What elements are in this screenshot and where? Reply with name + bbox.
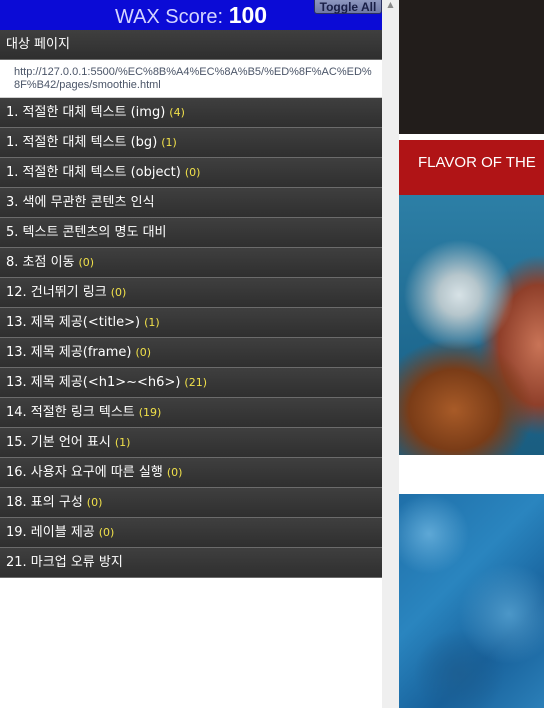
smoothie-jar-photo (399, 195, 544, 455)
wax-item-label: 13. 제목 제공(<h1>~<h6>) (6, 375, 181, 390)
wax-item-row[interactable]: 3. 색에 무관한 콘텐츠 인식 (0, 188, 382, 218)
wax-item-label: 1. 적절한 대체 텍스트 (bg) (6, 135, 158, 150)
wax-item-row[interactable]: 14. 적절한 링크 텍스트 (19) (0, 398, 382, 428)
wax-item-label: 19. 레이블 제공 (6, 525, 95, 540)
wax-item-label: 1. 적절한 대체 텍스트 (img) (6, 105, 166, 120)
wax-item-row[interactable]: 16. 사용자 요구에 따른 실행 (0) (0, 458, 382, 488)
wax-item-label: 13. 제목 제공(frame) (6, 345, 132, 360)
target-page-url: http://127.0.0.1:5500/%EC%8B%A4%EC%8A%B5… (0, 60, 382, 98)
wax-item-row[interactable]: 13. 제목 제공(<title>) (1) (0, 308, 382, 338)
wax-item-count: (1) (144, 316, 160, 329)
toggle-all-button[interactable]: Toggle All (314, 0, 382, 14)
wax-item-row[interactable]: 15. 기본 언어 표시 (1) (0, 428, 382, 458)
scroll-up-arrow-icon[interactable]: ▲ (382, 0, 399, 10)
wax-item-count: (0) (78, 256, 95, 269)
wax-item-label: 16. 사용자 요구에 따른 실행 (6, 465, 163, 480)
wax-item-label: 3. 색에 무관한 콘텐츠 인식 (6, 195, 155, 210)
wax-item-label: 1. 적절한 대체 텍스트 (object) (6, 165, 181, 180)
wax-item-count: (0) (184, 166, 201, 179)
page-background: FLAVOR OF THE (399, 0, 544, 708)
flavor-banner: FLAVOR OF THE (399, 140, 544, 195)
wax-item-row[interactable]: 8. 초점 이동 (0) (0, 248, 382, 278)
wax-item-count: (0) (86, 496, 103, 509)
wax-item-count: (19) (138, 406, 162, 419)
wax-item-row[interactable]: 18. 표의 구성 (0) (0, 488, 382, 518)
wax-item-label: 18. 표의 구성 (6, 495, 83, 510)
wax-item-label: 15. 기본 언어 표시 (6, 435, 111, 450)
wax-item-label: 13. 제목 제공(<title>) (6, 315, 141, 330)
wax-item-row[interactable]: 1. 적절한 대체 텍스트 (img) (4) (0, 98, 382, 128)
wax-item-label: 5. 텍스트 콘텐츠의 명도 대비 (6, 225, 167, 240)
wax-item-label: 8. 초점 이동 (6, 255, 75, 270)
wax-item-count: (21) (184, 376, 207, 389)
wax-item-list: 대상 페이지 http://127.0.0.1:5500/%EC%8B%A4%E… (0, 30, 382, 578)
wax-item-row[interactable]: 19. 레이블 제공 (0) (0, 518, 382, 548)
wax-score-value: 100 (228, 2, 268, 28)
wax-items: 1. 적절한 대체 텍스트 (img) (4) 1. 적절한 대체 텍스트 (bg)… (0, 98, 382, 578)
wax-item-row[interactable]: 1. 적절한 대체 텍스트 (object) (0) (0, 158, 382, 188)
wax-item-count: (1) (114, 436, 131, 449)
wax-item-count: (0) (98, 526, 115, 539)
page-top-dark-area (399, 0, 544, 134)
target-page-label: 대상 페이지 (6, 37, 70, 52)
wax-score-label: WAX Score: (114, 6, 224, 28)
wax-item-row[interactable]: 1. 적절한 대체 텍스트 (bg) (1) (0, 128, 382, 158)
wax-item-count: (4) (169, 106, 185, 119)
target-page-header[interactable]: 대상 페이지 (0, 30, 382, 60)
wax-item-count: (0) (166, 466, 183, 479)
wax-panel: WAX Score: 100 대상 페이지 http://127.0.0.1:5… (0, 0, 382, 708)
wax-item-label: 21. 마크업 오류 방지 (6, 555, 123, 570)
wax-item-row[interactable]: 13. 제목 제공(frame) (0) (0, 338, 382, 368)
wax-item-row[interactable]: 12. 건너뛰기 링크 (0) (0, 278, 382, 308)
wax-item-count: (0) (135, 346, 152, 359)
wax-item-row[interactable]: 13. 제목 제공(<h1>~<h6>) (21) (0, 368, 382, 398)
wax-item-row[interactable]: 5. 텍스트 콘텐츠의 명도 대비 (0, 218, 382, 248)
wax-item-label: 12. 건너뛰기 링크 (6, 285, 107, 300)
wax-item-count: (1) (161, 136, 177, 149)
wax-item-count: (0) (110, 286, 127, 299)
blue-texture-photo (399, 494, 544, 708)
vertical-scrollbar[interactable]: ▲ (382, 0, 399, 708)
wax-item-label: 14. 적절한 링크 텍스트 (6, 405, 135, 420)
wax-item-row[interactable]: 21. 마크업 오류 방지 (0, 548, 382, 578)
